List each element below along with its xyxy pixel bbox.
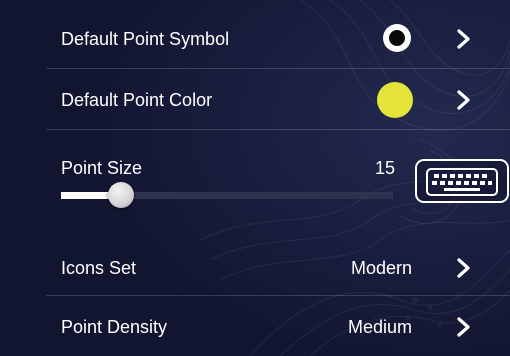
setting-row-default-point-color[interactable]: Default Point Color <box>0 69 510 129</box>
chevron-right-icon[interactable] <box>456 257 472 279</box>
chevron-right-icon[interactable] <box>456 28 472 50</box>
default-point-symbol-label: Default Point Symbol <box>61 29 230 49</box>
setting-row-point-density[interactable]: Point Density Medium <box>0 296 510 356</box>
keyboard-input-button[interactable] <box>415 159 509 203</box>
chevron-right-icon[interactable] <box>456 316 472 338</box>
icons-set-value: Modern <box>350 258 412 278</box>
icons-set-label: Icons Set <box>61 258 137 278</box>
point-color-swatch <box>377 82 413 118</box>
point-symbol-preview-icon <box>383 24 411 52</box>
setting-row-icons-set[interactable]: Icons Set Modern <box>0 237 510 295</box>
setting-row-default-point-symbol[interactable]: Default Point Symbol <box>0 0 510 68</box>
point-density-label: Point Density <box>61 317 168 337</box>
keyboard-icon <box>426 168 498 196</box>
point-size-slider[interactable] <box>61 182 393 208</box>
point-density-value: Medium <box>347 317 412 337</box>
point-size-slider-thumb[interactable] <box>108 182 134 208</box>
point-size-value: 15 <box>374 158 395 178</box>
chevron-right-icon[interactable] <box>456 89 472 111</box>
default-point-color-label: Default Point Color <box>61 90 213 110</box>
point-size-label: Point Size <box>61 158 143 178</box>
